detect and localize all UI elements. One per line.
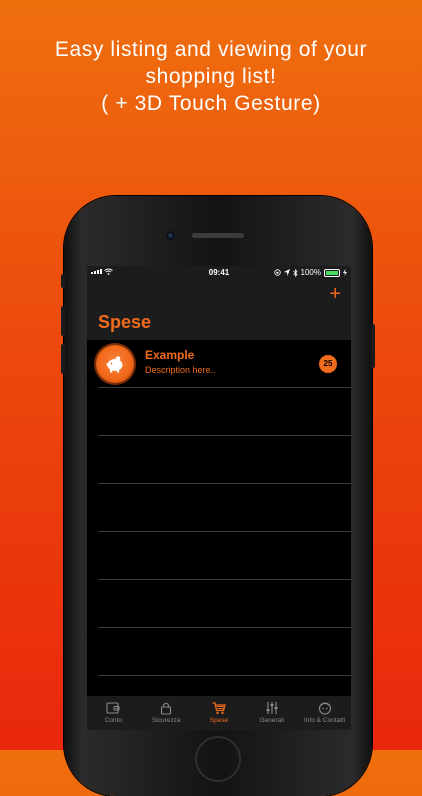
empty-row <box>87 484 351 532</box>
location-icon <box>283 269 290 276</box>
lock-icon <box>161 702 172 715</box>
battery-percentage: 100% <box>300 268 321 277</box>
tab-label: Generali <box>259 717 285 724</box>
item-count-badge: 25 <box>319 355 337 373</box>
tab-label: Spese <box>209 717 229 724</box>
tab-sicurezza[interactable]: Sicurezza <box>140 696 193 730</box>
empty-row <box>87 388 351 436</box>
empty-row <box>87 436 351 484</box>
empty-row <box>87 532 351 580</box>
wallet-icon <box>106 702 120 714</box>
add-button[interactable]: + <box>329 284 341 304</box>
bluetooth-icon <box>292 268 298 277</box>
tab-label: Conto <box>104 717 123 724</box>
tab-bar: Conto Sicurezza Spese Generali Info & Co… <box>87 696 351 730</box>
orientation-lock-icon <box>273 269 281 276</box>
mute-switch <box>61 274 65 288</box>
empty-row <box>87 580 351 628</box>
item-description: Description here.. <box>145 365 216 375</box>
volume-up-button <box>61 306 65 336</box>
tab-conto[interactable]: Conto <box>87 696 140 730</box>
row-divider <box>98 675 351 676</box>
cart-icon <box>212 702 226 715</box>
tab-label: Sicurezza <box>151 717 181 724</box>
item-title: Example <box>145 348 195 362</box>
headline-line-3: ( + 3D Touch Gesture) <box>101 92 321 115</box>
info-face-icon <box>318 702 331 715</box>
phone-frame: 09:41 100% + Spese Example Description h… <box>61 196 375 796</box>
piggy-bank-icon <box>96 345 134 383</box>
headline-line-2: shopping list! <box>145 65 277 88</box>
home-button <box>195 736 241 782</box>
expense-list: Example Description here.. 25 <box>87 340 351 676</box>
empty-row <box>87 628 351 676</box>
volume-down-button <box>61 344 65 374</box>
app-screen: 09:41 100% + Spese Example Description h… <box>87 266 351 730</box>
page-title: Spese <box>98 312 152 332</box>
earpiece-speaker <box>192 233 244 238</box>
promo-headline: Easy listing and viewing of your shoppin… <box>0 36 422 117</box>
battery-icon <box>324 268 340 277</box>
tab-info-contatti[interactable]: Info & Contatti <box>298 696 351 730</box>
headline-line-1: Easy listing and viewing of your <box>54 38 368 61</box>
tab-label: Info & Contatti <box>303 717 346 724</box>
list-item[interactable]: Example Description here.. 25 <box>87 340 351 388</box>
navigation-bar: + Spese <box>87 280 351 340</box>
front-camera <box>166 231 175 240</box>
sliders-icon <box>266 702 278 714</box>
tab-generali[interactable]: Generali <box>245 696 298 730</box>
tab-spese[interactable]: Spese <box>193 696 246 730</box>
charging-icon <box>343 269 347 276</box>
power-button <box>371 324 375 368</box>
status-bar: 09:41 100% <box>87 266 351 280</box>
